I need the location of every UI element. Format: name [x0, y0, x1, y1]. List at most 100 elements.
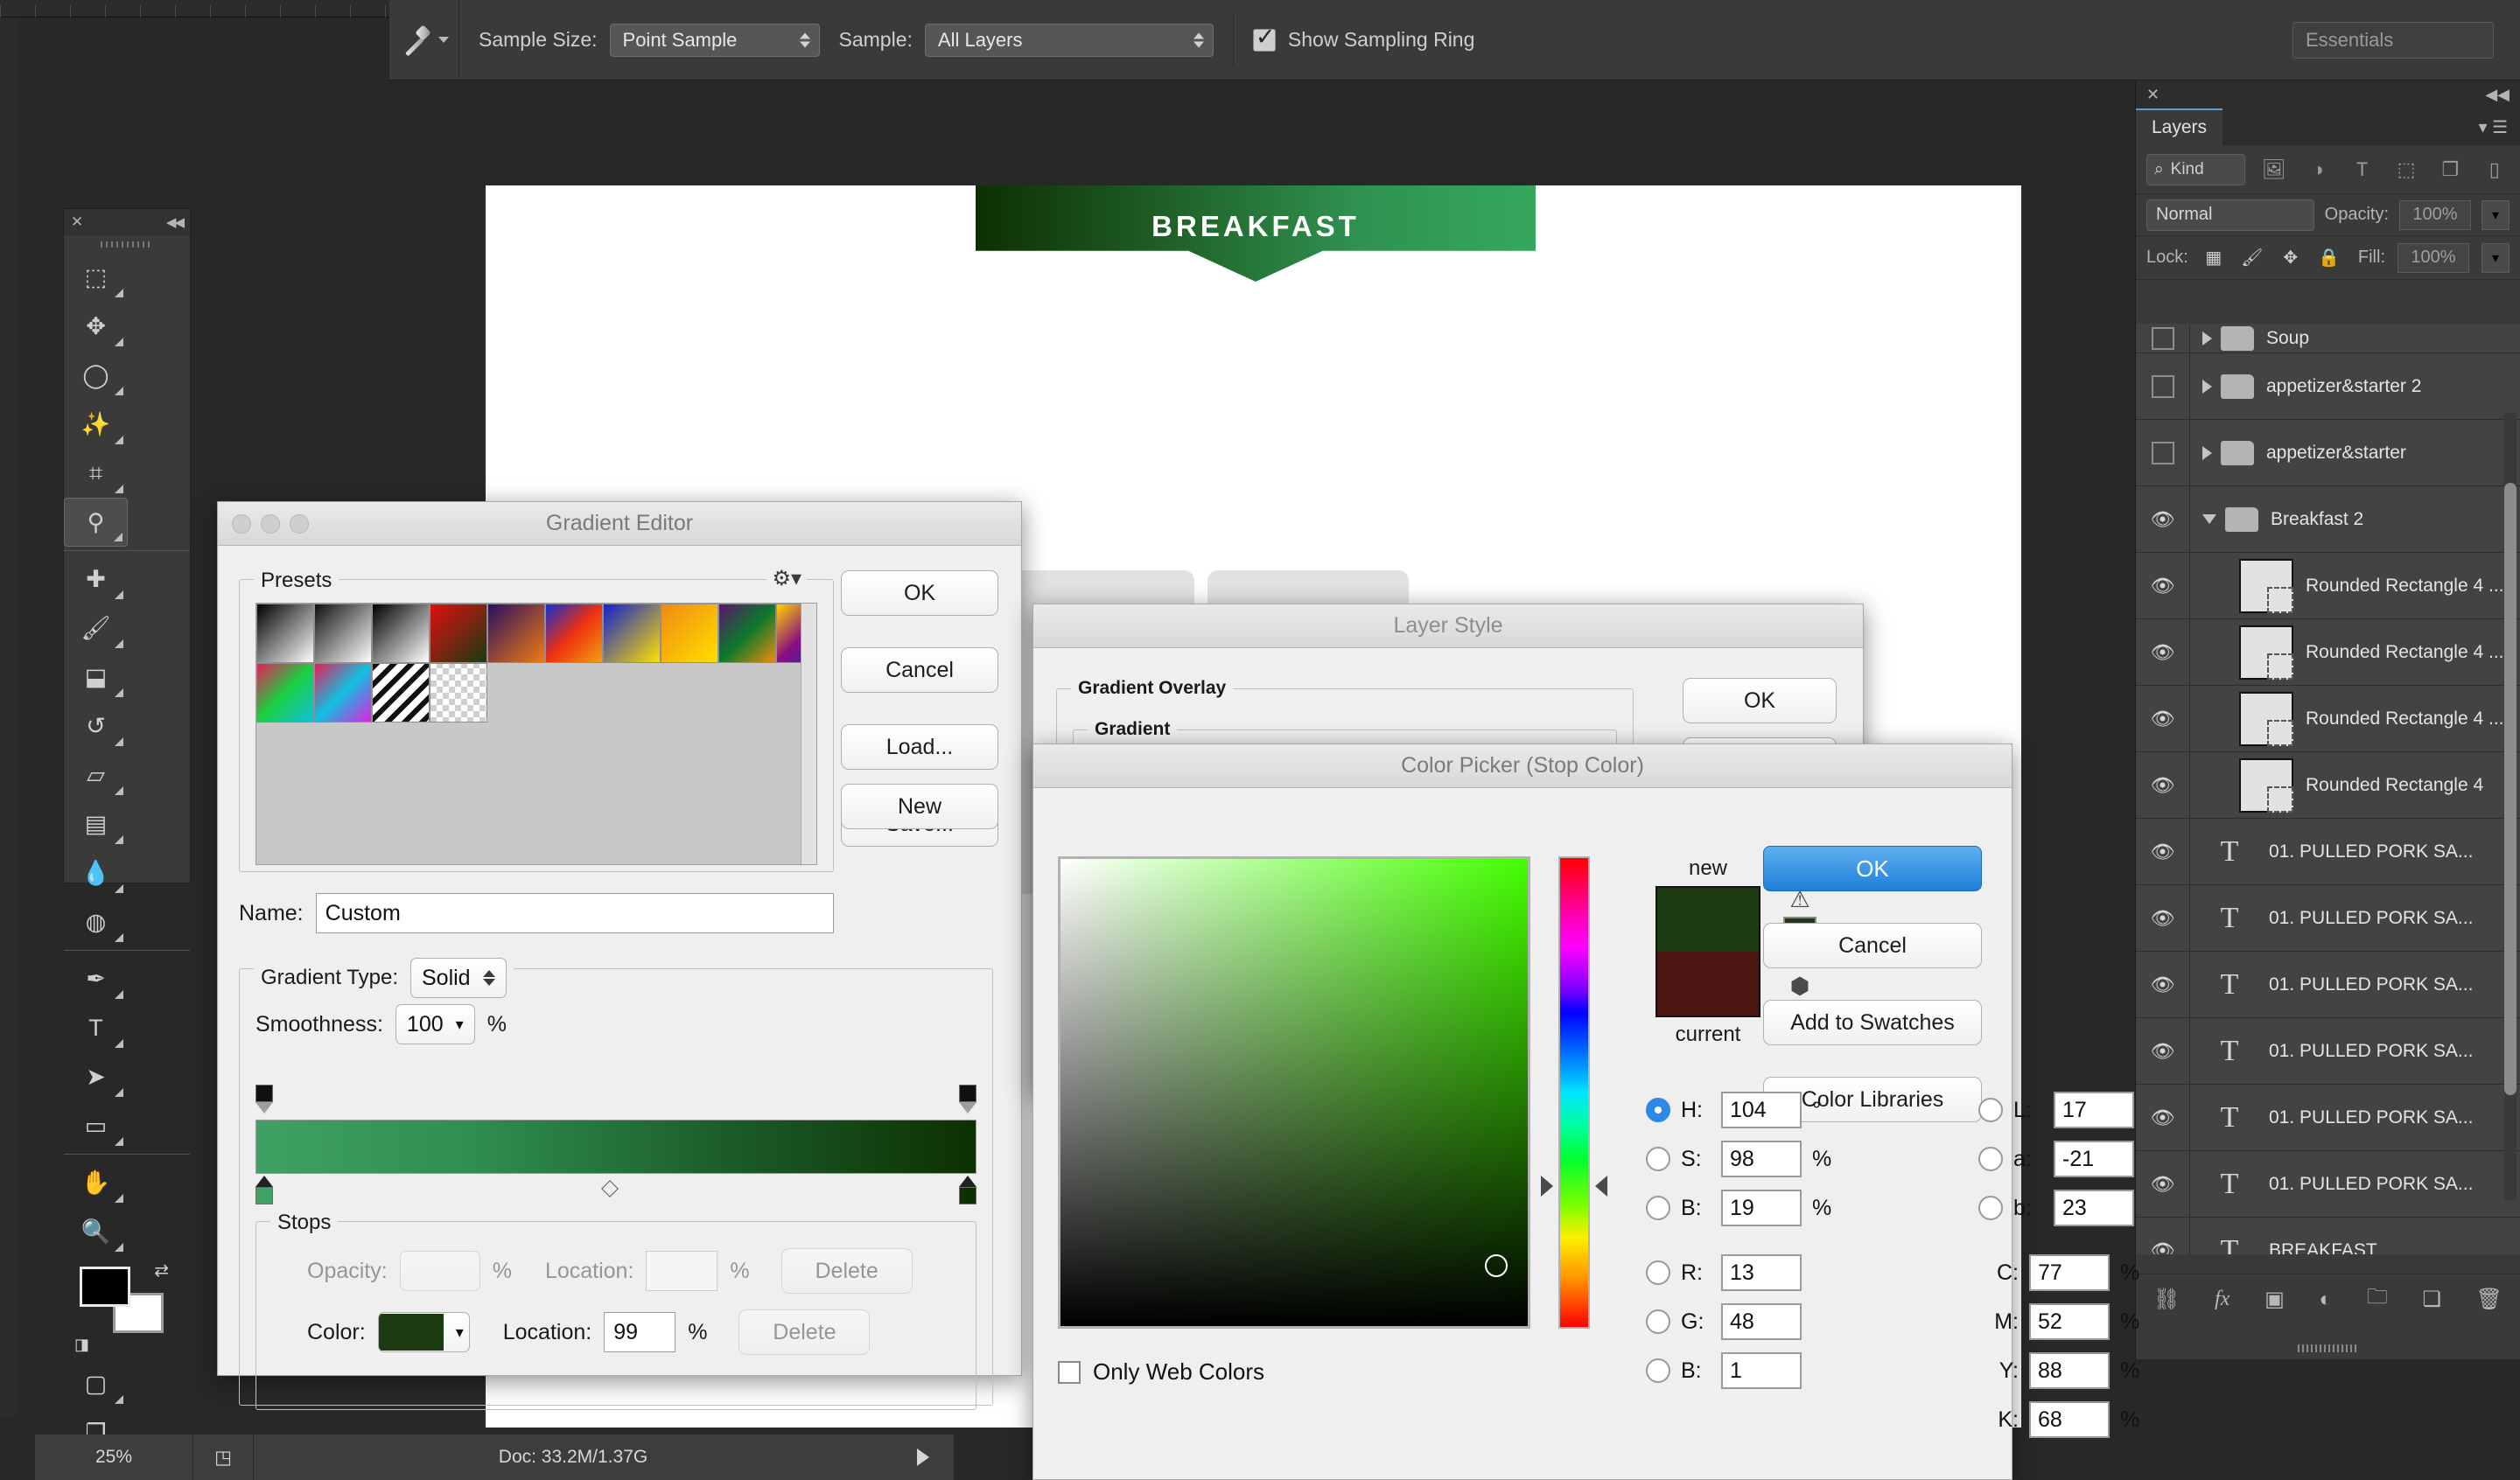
layer-row[interactable]: appetizer&starter 2 [2136, 353, 2520, 420]
field-input-y[interactable]: 88 [2029, 1352, 2110, 1389]
tool-blur-tool[interactable]: 💧 [64, 848, 128, 897]
layer-name[interactable]: appetizer&starter 2 [2266, 376, 2520, 397]
eye-visible-icon[interactable]: 👁 [2136, 486, 2190, 552]
gradient-name-input[interactable]: Custom [315, 893, 834, 933]
tool-healing-brush-tool[interactable]: ✚ [64, 555, 128, 604]
layer-thumbnail[interactable] [2239, 757, 2293, 813]
blend-mode-select[interactable]: Normal [2146, 199, 2314, 231]
layer-name[interactable]: 01. PULLED PORK SA... [2269, 974, 2520, 995]
filter-toggle-switch[interactable]: ▯ [2480, 154, 2510, 185]
window-controls[interactable] [232, 513, 309, 534]
radio-a[interactable] [1978, 1147, 2003, 1171]
gradient-preview-strip[interactable] [256, 1120, 976, 1174]
cancel-button[interactable]: Cancel [841, 647, 998, 693]
radio-b[interactable] [1646, 1196, 1670, 1220]
radio-b[interactable] [1646, 1358, 1670, 1383]
field-input-b[interactable]: 1 [1721, 1352, 1802, 1389]
close-icon[interactable]: ✕ [2146, 86, 2160, 104]
swap-colors-icon[interactable]: ⇄ [154, 1260, 169, 1281]
tool-marquee-tool[interactable]: ⬚ [64, 253, 128, 302]
eye-visible-icon[interactable]: 👁 [2136, 619, 2190, 685]
tool-brush-tool[interactable]: 🖌 [64, 604, 128, 653]
radio-b[interactable] [1978, 1196, 2003, 1220]
eye-visible-icon[interactable]: 👁 [2136, 952, 2190, 1017]
document-icon[interactable]: ◳ [192, 1435, 254, 1480]
layer-row[interactable]: appetizer&starter [2136, 420, 2520, 486]
adjustment-filter-icon[interactable]: ◑ [2303, 154, 2333, 185]
radio-h[interactable] [1646, 1098, 1670, 1122]
delete-layer-icon[interactable]: 🗑 [2476, 1287, 2502, 1312]
gradient-preset-swatch[interactable] [718, 604, 776, 663]
ok-button[interactable]: OK [841, 570, 998, 616]
gradient-midpoint-marker[interactable] [601, 1180, 619, 1197]
tool-pen-tool[interactable]: ✒ [64, 954, 128, 1003]
active-tool-preset[interactable] [389, 0, 459, 80]
gradient-preset-swatch[interactable] [314, 604, 372, 663]
tool-history-brush-tool[interactable]: ↺ [64, 702, 128, 750]
gradient-preset-swatch[interactable] [256, 663, 314, 723]
radio-g[interactable] [1646, 1309, 1670, 1334]
layer-thumbnail[interactable] [2239, 558, 2293, 613]
pixel-filter-icon[interactable]: 🖼 [2259, 154, 2289, 185]
collapse-icon[interactable]: ◀◀ [2485, 86, 2510, 104]
eye-hidden-icon[interactable] [2136, 420, 2190, 485]
layer-row[interactable]: Soup [2136, 324, 2520, 353]
layer-row[interactable]: 👁 Breakfast 2 [2136, 486, 2520, 553]
radio-l[interactable] [1978, 1098, 2003, 1122]
tool-zoom-tool[interactable]: 🔍 [64, 1207, 128, 1256]
eye-hidden-icon[interactable] [2136, 353, 2190, 419]
chevron-right-icon[interactable] [2202, 445, 2212, 460]
layer-row[interactable]: 👁 T 01. PULLED PORK SA... [2136, 819, 2520, 885]
default-colors-icon[interactable]: ◨ [74, 1336, 89, 1354]
layer-row[interactable]: 👁 T 01. PULLED PORK SA... [2136, 1018, 2520, 1085]
gradient-preset-swatch[interactable] [372, 604, 430, 663]
tool-clone-stamp-tool[interactable]: ⬓ [64, 653, 128, 702]
layer-name[interactable]: Soup [2266, 328, 2520, 349]
layer-row[interactable]: 👁 Rounded Rectangle 4 ... [2136, 553, 2520, 619]
current-color-swatch[interactable] [1657, 952, 1759, 1016]
drag-grip[interactable] [64, 235, 190, 253]
field-input-a[interactable]: -21 [2054, 1141, 2134, 1177]
gradient-ramp[interactable] [256, 1085, 976, 1204]
layer-name[interactable]: Rounded Rectangle 4 ... [2306, 709, 2520, 730]
eye-hidden-icon[interactable] [2136, 324, 2190, 353]
field-input-l[interactable]: 17 [2054, 1092, 2134, 1128]
eye-visible-icon[interactable]: 👁 [2136, 686, 2190, 751]
presets-scrollbar[interactable] [801, 604, 816, 864]
cp-cancel-button[interactable]: Cancel [1763, 923, 1982, 968]
gradient-preset-swatch[interactable] [430, 604, 487, 663]
chevron-right-icon[interactable] [2202, 379, 2212, 394]
gradient-preset-swatch[interactable] [661, 604, 718, 663]
tool-hand-tool[interactable]: ✋ [64, 1158, 128, 1207]
quick-mask-button[interactable]: ▢ [64, 1359, 128, 1408]
lock-transparency-icon[interactable]: ▦ [2201, 246, 2227, 270]
gradient-preset-swatch[interactable] [430, 663, 487, 723]
lock-all-icon[interactable]: 🔒 [2316, 246, 2342, 270]
field-input-b[interactable]: 19 [1721, 1190, 1802, 1226]
delete-color-stop-button[interactable]: Delete [738, 1309, 871, 1355]
fill-dropdown-icon[interactable]: ▾ [2482, 242, 2510, 273]
layer-name[interactable]: 01. PULLED PORK SA... [2269, 841, 2520, 862]
chevron-down-icon[interactable] [438, 37, 449, 43]
layer-name[interactable]: 01. PULLED PORK SA... [2269, 1041, 2520, 1062]
tool-type-tool[interactable]: T [64, 1003, 128, 1052]
zoom-level[interactable]: 25% [35, 1447, 192, 1468]
show-sampling-ring-checkbox[interactable] [1252, 24, 1276, 52]
saturation-brightness-field[interactable] [1058, 856, 1530, 1329]
lock-image-icon[interactable]: 🖌 [2239, 246, 2265, 270]
add-to-swatches-button[interactable]: Add to Swatches [1763, 1000, 1982, 1045]
type-filter-icon[interactable]: T [2347, 154, 2376, 185]
stop-color-swatch-button[interactable]: ▾ [377, 1312, 470, 1352]
field-input-s[interactable]: 98 [1721, 1141, 1802, 1177]
status-menu-arrow[interactable] [892, 1449, 954, 1466]
tool-gradient-tool[interactable]: ▤ [64, 799, 128, 848]
layer-name[interactable]: Rounded Rectangle 4 [2306, 775, 2520, 796]
field-input-b[interactable]: 23 [2054, 1190, 2134, 1226]
layer-name[interactable]: Rounded Rectangle 4 ... [2306, 642, 2520, 663]
layer-name[interactable]: 01. PULLED PORK SA... [2269, 908, 2520, 929]
shape-filter-icon[interactable]: ⬚ [2391, 154, 2421, 185]
presets-list[interactable] [256, 603, 817, 865]
close-icon[interactable]: ✕ [71, 213, 83, 231]
gradient-preset-swatch[interactable] [603, 604, 661, 663]
sample-size-select[interactable]: Point Sample [609, 23, 820, 57]
